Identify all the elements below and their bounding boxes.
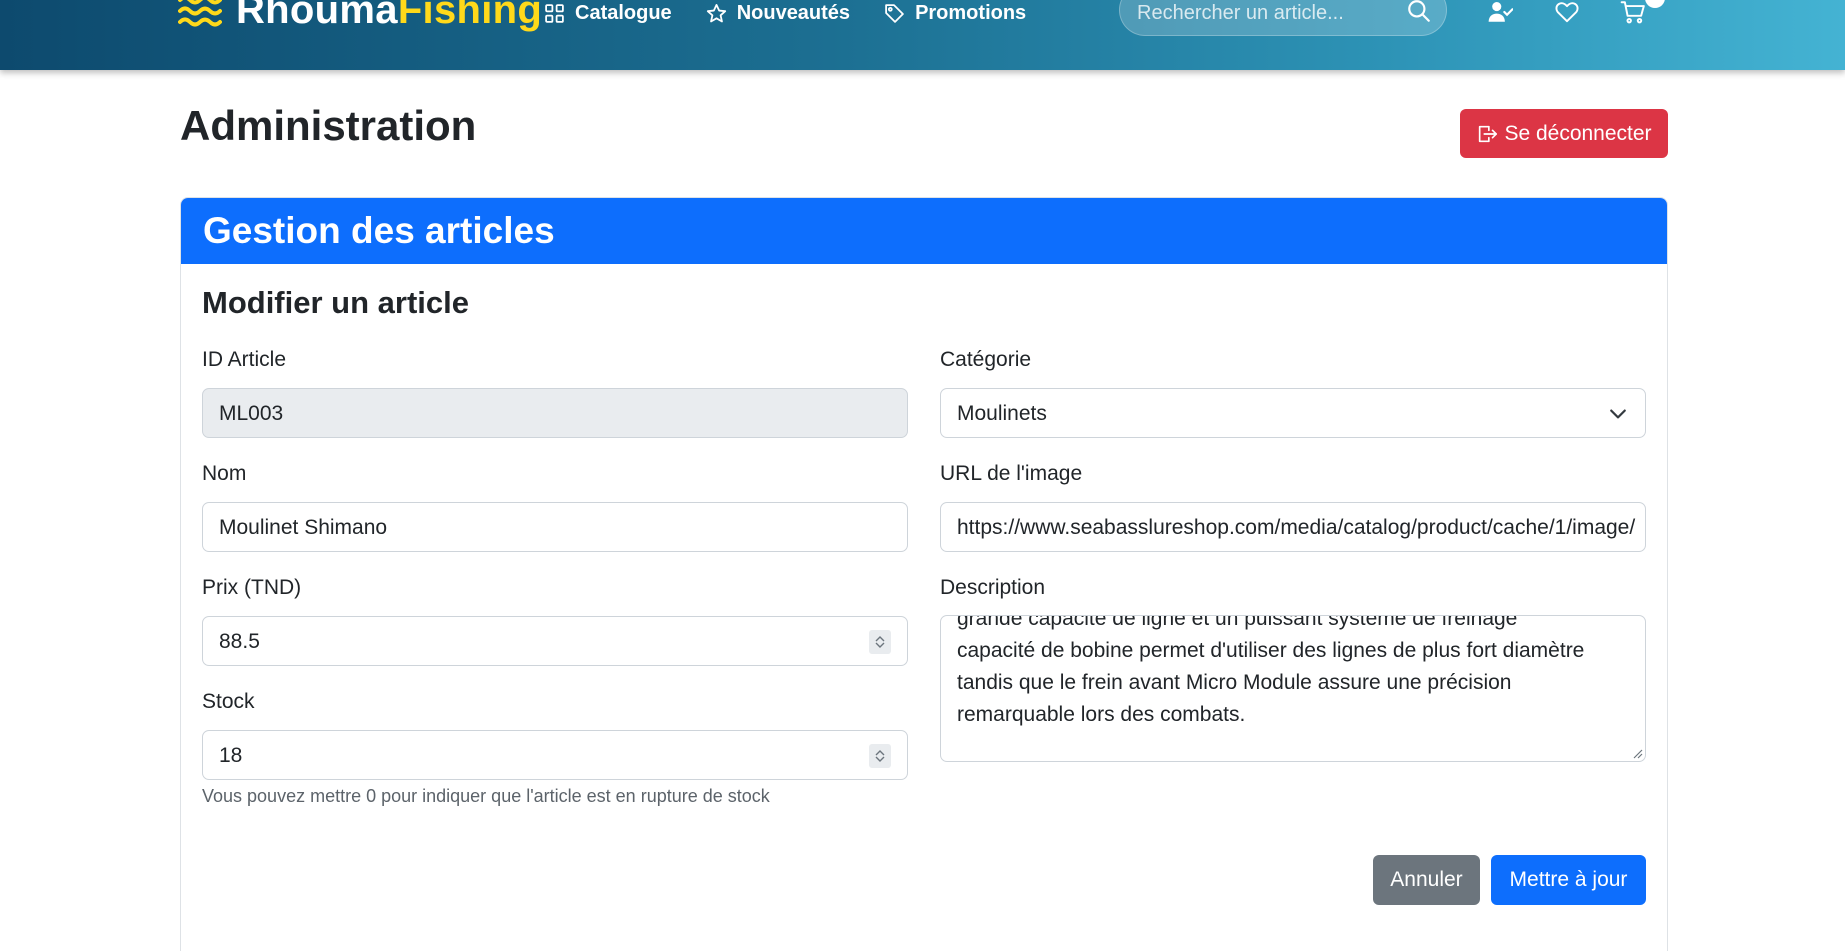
chevron-down-icon	[875, 756, 885, 762]
top-navbar: RhoumaFishing Catalogue Nouveautés Promo…	[0, 0, 1845, 70]
price-input[interactable]	[219, 627, 863, 657]
chevron-down-icon	[875, 642, 885, 648]
image-url-field	[940, 502, 1646, 552]
nav-link-promotions[interactable]: Promotions	[884, 2, 1026, 25]
heart-icon[interactable]	[1554, 0, 1580, 25]
search-input[interactable]	[1137, 0, 1387, 27]
nav-link-label: Nouveautés	[736, 1, 851, 24]
stock-stepper[interactable]	[869, 744, 891, 768]
waves-icon	[178, 0, 222, 26]
description-line: tandis que le frein avant Micro Module a…	[957, 671, 1512, 694]
search-bar	[1119, 0, 1447, 36]
image-url-input[interactable]	[957, 513, 1639, 543]
description-line: remarquable lors des combats.	[957, 703, 1246, 726]
star-icon	[706, 3, 726, 22]
image-url-label: URL de l'image	[940, 462, 1083, 485]
tag-icon	[885, 3, 904, 23]
price-label: Prix (TND)	[202, 576, 302, 599]
brand-name-part1: Rhouma	[236, 0, 398, 32]
logout-label: Se déconnecter	[1504, 121, 1652, 145]
logout-button[interactable]: Se déconnecter	[1460, 109, 1668, 158]
nav-link-catalogue[interactable]: Catalogue	[544, 2, 672, 25]
cancel-button[interactable]: Annuler	[1373, 855, 1480, 905]
price-field	[202, 616, 908, 666]
description-text: grande capacité de ligne et un puissant …	[957, 615, 1607, 731]
stock-help-text: Vous pouvez mettre 0 pour indiquer que l…	[202, 786, 770, 806]
cart-icon[interactable]	[1620, 0, 1646, 25]
nav-link-nouveautes[interactable]: Nouveautés	[706, 2, 850, 25]
name-field	[202, 502, 908, 552]
card-header: Gestion des articles	[181, 198, 1667, 264]
chevron-down-icon	[1610, 409, 1626, 419]
update-button[interactable]: Mettre à jour	[1491, 855, 1646, 905]
main-nav: Catalogue Nouveautés Promotions	[544, 0, 1060, 26]
description-label: Description	[940, 576, 1046, 599]
grid-icon	[545, 3, 564, 23]
description-textarea[interactable]: grande capacité de ligne et un puissant …	[940, 615, 1646, 762]
resize-handle-icon[interactable]	[1631, 747, 1643, 759]
form-title: Modifier un article	[202, 285, 469, 320]
chevron-up-icon	[875, 750, 885, 756]
logout-icon	[1479, 125, 1498, 142]
id-field	[202, 388, 908, 438]
search-icon[interactable]	[1406, 0, 1432, 24]
price-stepper[interactable]	[869, 630, 891, 654]
cart-count-badge	[1645, 0, 1665, 8]
chevron-up-icon	[875, 636, 885, 642]
page-title: Administration	[180, 102, 477, 149]
brand-name-part2: Fishing	[397, 0, 543, 32]
nav-link-label: Promotions	[915, 1, 1027, 24]
name-input[interactable]	[219, 513, 863, 543]
stock-label: Stock	[202, 690, 255, 713]
nav-link-label: Catalogue	[575, 1, 672, 24]
user-check-icon[interactable]	[1487, 0, 1513, 25]
brand-logo[interactable]: RhoumaFishing	[178, 0, 542, 33]
description-line: capacité de bobine permet d'utiliser des…	[957, 639, 1585, 662]
id-label: ID Article	[202, 348, 287, 371]
name-label: Nom	[202, 462, 247, 485]
stock-field	[202, 730, 908, 780]
card-title: Gestion des articles	[203, 210, 555, 251]
id-input	[219, 399, 863, 429]
description-line: grande capacité de ligne et un puissant …	[957, 615, 1518, 630]
category-selected-value: Moulinets	[957, 402, 1047, 425]
category-label: Catégorie	[940, 348, 1032, 371]
category-select[interactable]: Moulinets	[940, 388, 1646, 438]
stock-input[interactable]	[219, 741, 863, 771]
